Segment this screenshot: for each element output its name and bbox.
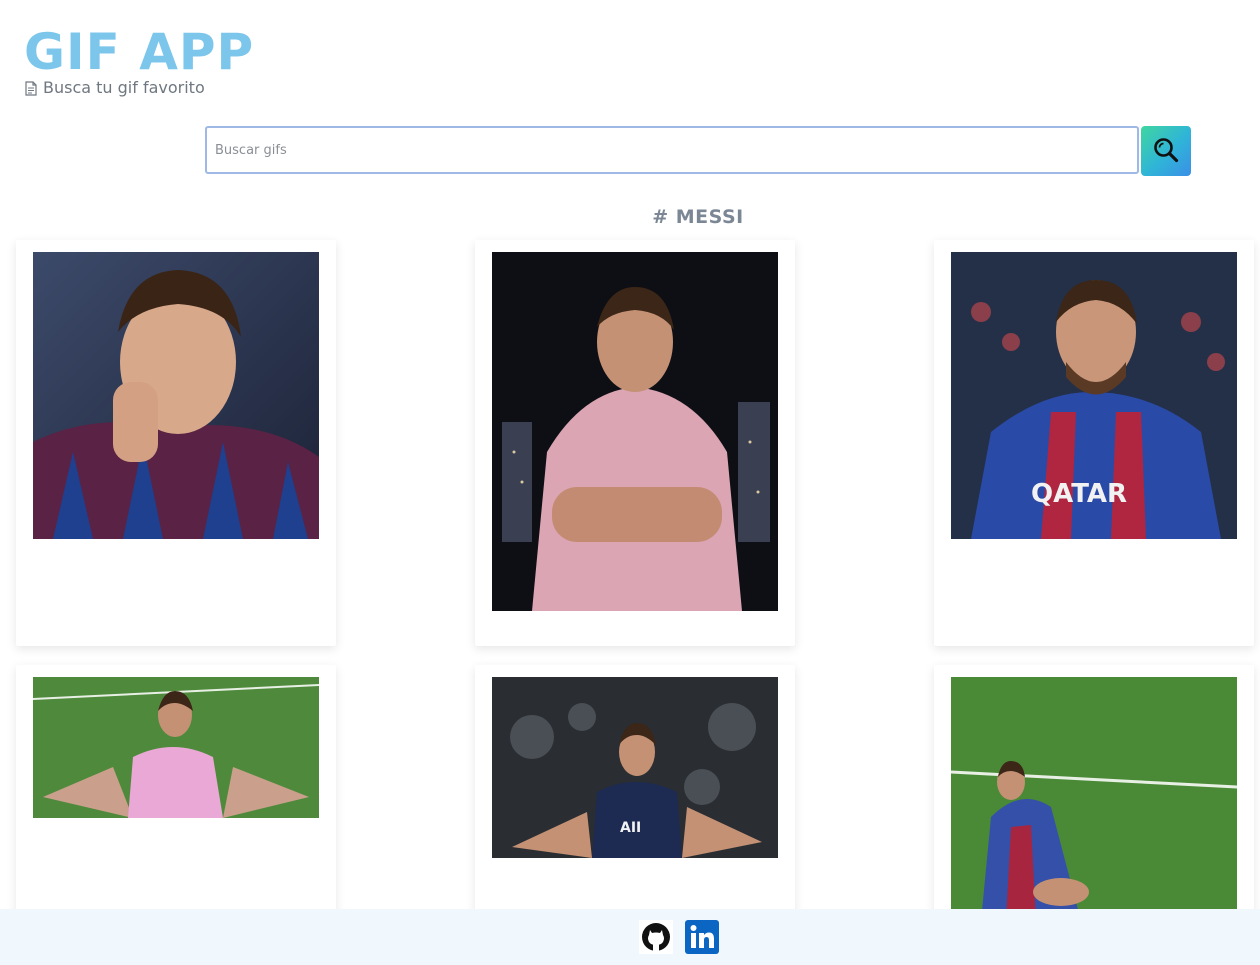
footer xyxy=(0,909,1260,965)
category-title: # MESSI xyxy=(652,206,744,228)
linkedin-link[interactable] xyxy=(685,920,719,954)
gif-card[interactable]: QATAR xyxy=(934,240,1254,646)
gif-card[interactable] xyxy=(475,240,795,646)
github-icon xyxy=(639,920,673,958)
app-title: GIF APP xyxy=(24,23,255,81)
linkedin-icon xyxy=(685,920,719,958)
search-input[interactable] xyxy=(205,126,1139,174)
gif-card[interactable] xyxy=(16,665,336,925)
svg-text:AII: AII xyxy=(620,820,641,836)
gif-image xyxy=(33,677,319,818)
gif-image xyxy=(951,677,1237,921)
gif-card[interactable] xyxy=(934,665,1254,925)
gif-image: AII xyxy=(492,677,778,858)
gif-card[interactable] xyxy=(16,240,336,646)
gif-image xyxy=(33,252,319,539)
search-button[interactable] xyxy=(1141,126,1191,176)
gif-image xyxy=(492,252,778,611)
github-link[interactable] xyxy=(639,920,673,954)
subtitle-text: Busca tu gif favorito xyxy=(43,78,205,97)
svg-text:QATAR: QATAR xyxy=(1031,479,1127,509)
app-subtitle: Busca tu gif favorito xyxy=(25,78,205,98)
search-icon xyxy=(1152,136,1180,167)
search-form xyxy=(205,126,1191,176)
gif-image: QATAR xyxy=(951,252,1237,539)
document-icon xyxy=(25,80,37,96)
gif-card[interactable]: AII xyxy=(475,665,795,925)
